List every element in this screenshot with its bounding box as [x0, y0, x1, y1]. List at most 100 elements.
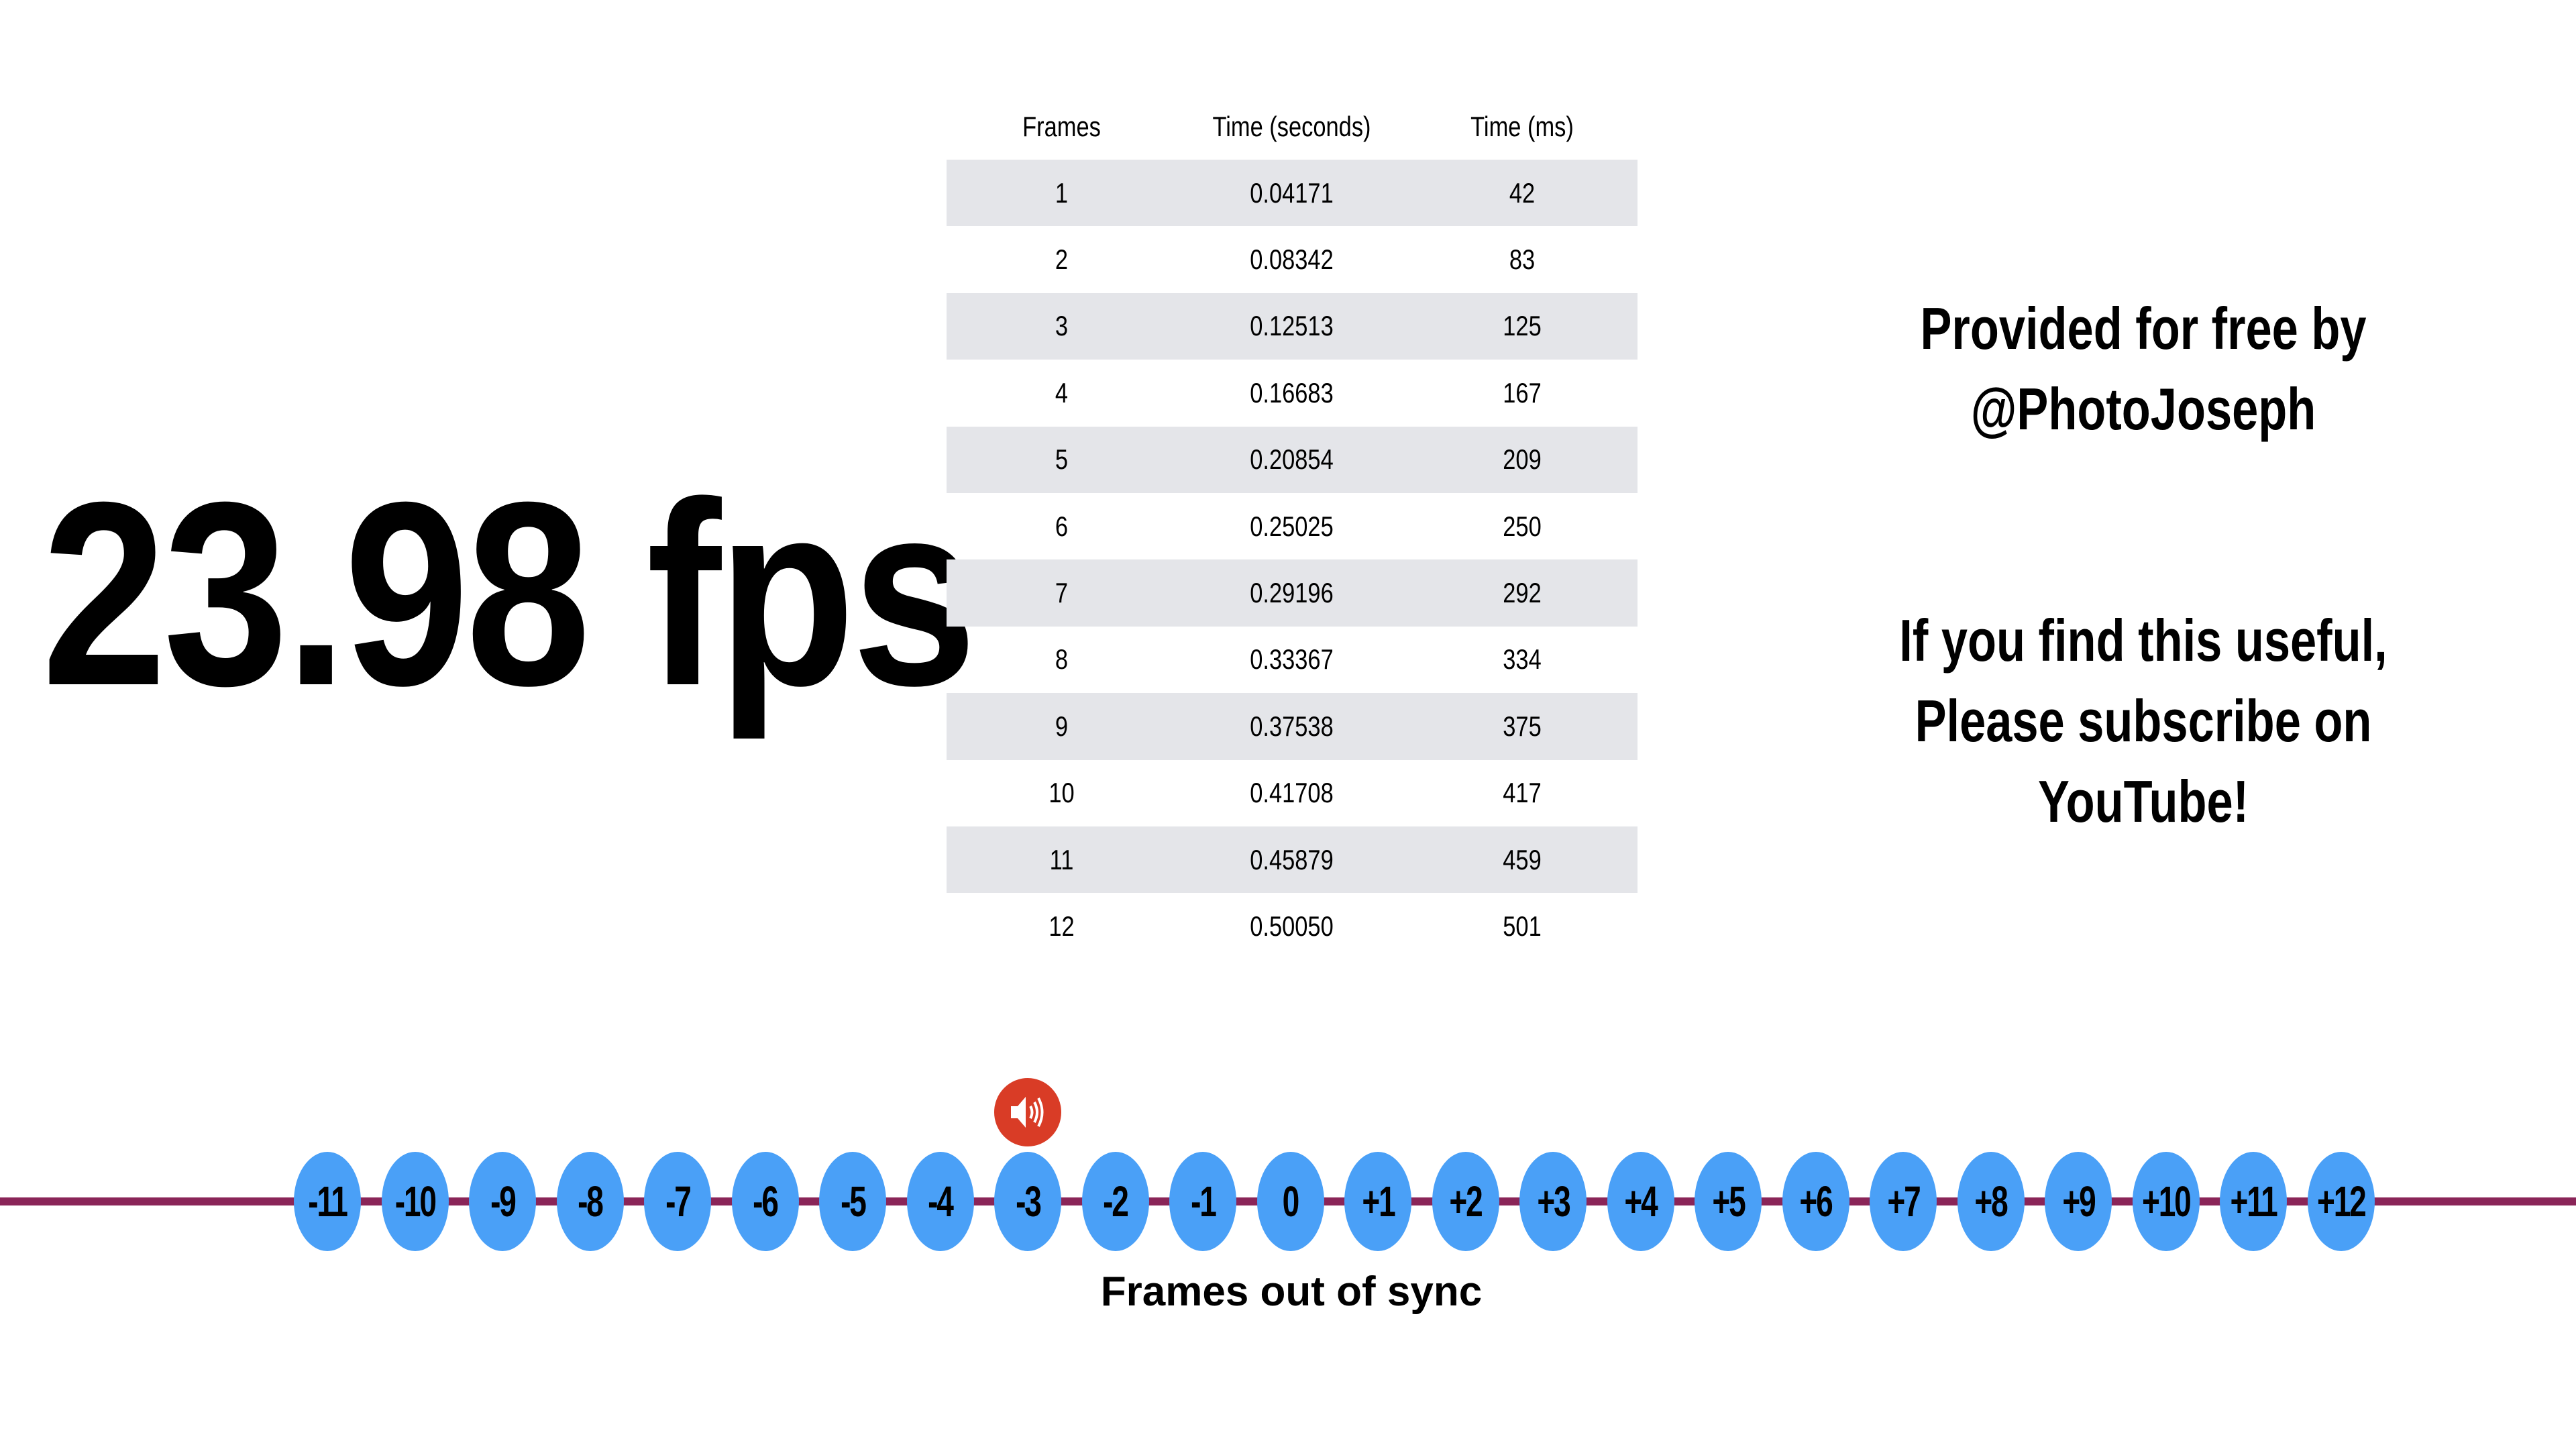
table-row: 5 0.20854 209 [947, 426, 1638, 493]
frame-offset-label: -1 [1190, 1177, 1217, 1226]
frame-offset-label: -2 [1103, 1177, 1129, 1226]
axis-label: Frames out of sync [1100, 1269, 1483, 1315]
frame-offset-label: -3 [1015, 1177, 1042, 1226]
cta-line-1: If you find this useful, [1899, 607, 2387, 674]
cell-time-ms: 292 [1503, 577, 1542, 609]
cell-time-ms: 334 [1503, 643, 1542, 676]
frame-offset-dot: +1 [1344, 1152, 1411, 1251]
table-row: 10 0.41708 417 [947, 760, 1638, 826]
cell-time-seconds: 0.41708 [1250, 777, 1334, 809]
cell-frames: 11 [1049, 843, 1074, 875]
frame-offset-label: -11 [308, 1177, 348, 1226]
frame-offset-label: +8 [1974, 1177, 2008, 1226]
frame-offset-dot: -1 [1169, 1152, 1236, 1251]
cell-time-ms: 417 [1503, 777, 1542, 809]
table-row: 3 0.12513 125 [947, 292, 1638, 360]
frame-offset-label: +7 [1886, 1177, 1921, 1226]
speaker-icon [1011, 1097, 1044, 1128]
frame-offset-dot: 0 [1256, 1152, 1324, 1251]
cell-time-ms: 375 [1503, 710, 1542, 742]
cell-frames: 8 [1055, 643, 1069, 676]
frame-offset-label: +6 [1799, 1177, 1833, 1226]
cell-time-ms: 250 [1503, 510, 1542, 542]
table-row: 2 0.08342 83 [947, 226, 1638, 292]
cell-time-ms: 125 [1503, 310, 1542, 342]
fps-title: 23.98 fps [42, 447, 977, 740]
frame-offset-dot: -6 [731, 1152, 799, 1251]
frame-offset-label: +12 [2316, 1177, 2367, 1226]
frame-offset-label: 0 [1282, 1177, 1300, 1226]
frame-offset-dot: +12 [2307, 1152, 2375, 1251]
frame-offset-label: -9 [490, 1177, 517, 1226]
cell-time-seconds: 0.04171 [1250, 176, 1334, 209]
cell-time-seconds: 0.12513 [1250, 310, 1334, 342]
frame-offset-label: +11 [2230, 1177, 2277, 1226]
frame-offset-dot: -7 [644, 1152, 711, 1251]
table-row: 9 0.37538 375 [947, 693, 1638, 760]
frame-offset-dot: -9 [469, 1152, 536, 1251]
frame-offset-dot: +2 [1432, 1152, 1499, 1251]
frame-offset-label: -8 [578, 1177, 604, 1226]
table-row: 1 0.04171 42 [947, 160, 1638, 227]
cell-time-seconds: 0.37538 [1250, 710, 1334, 742]
frame-offset-dot: -4 [906, 1152, 974, 1251]
subscribe-text: If you find this useful, Please subscrib… [1835, 600, 2452, 842]
frame-offset-label: +10 [2141, 1177, 2192, 1226]
credit-line-2: @PhotoJoseph [1970, 376, 2316, 442]
cell-frames: 7 [1055, 577, 1069, 609]
frame-offset-label: +3 [1536, 1177, 1570, 1226]
table-row: 7 0.29196 292 [947, 559, 1638, 627]
cell-time-seconds: 0.16683 [1250, 376, 1334, 409]
cell-frames: 3 [1055, 310, 1069, 342]
frame-offset-label: -4 [928, 1177, 954, 1226]
frame-offset-dot: +11 [2220, 1152, 2287, 1251]
frame-offset-label: +1 [1361, 1177, 1395, 1226]
frame-offset-dot: +5 [1695, 1152, 1762, 1251]
cell-frames: 2 [1055, 244, 1069, 276]
cell-time-ms: 459 [1503, 843, 1542, 875]
header-time-ms: Time (ms) [1470, 111, 1574, 142]
cell-time-seconds: 0.29196 [1250, 577, 1334, 609]
credit-text: Provided for free by @PhotoJoseph [1835, 288, 2452, 449]
table-row: 11 0.45879 459 [947, 826, 1638, 894]
frame-offset-label: -10 [394, 1177, 436, 1226]
cell-time-ms: 42 [1509, 176, 1536, 209]
cell-frames: 12 [1049, 910, 1075, 942]
cell-time-ms: 501 [1503, 910, 1542, 942]
cell-frames: 1 [1055, 176, 1069, 209]
frame-offset-dot: +6 [1782, 1152, 1849, 1251]
frame-offset-label: +2 [1449, 1177, 1483, 1226]
frame-time-table: Frames Time (seconds) Time (ms) 1 0.04171… [947, 94, 1638, 960]
cell-time-ms: 209 [1503, 443, 1542, 476]
cell-frames: 4 [1055, 376, 1069, 409]
frame-offset-dot: -2 [1081, 1152, 1149, 1251]
frame-offset-dot: -10 [381, 1152, 449, 1251]
cell-time-ms: 83 [1509, 244, 1536, 276]
frame-offset-label: -5 [840, 1177, 867, 1226]
cell-frames: 10 [1049, 777, 1075, 809]
table-header: Frames Time (seconds) Time (ms) [947, 94, 1638, 160]
table-row: 4 0.16683 167 [947, 360, 1638, 426]
frame-offset-label: +5 [1711, 1177, 1746, 1226]
audio-marker [994, 1078, 1061, 1146]
frame-offset-dot: +7 [1870, 1152, 1937, 1251]
cell-frames: 6 [1055, 510, 1069, 542]
cell-time-seconds: 0.20854 [1250, 443, 1334, 476]
frame-offset-dot: -8 [556, 1152, 624, 1251]
credit-line-1: Provided for free by [1920, 295, 2367, 362]
frame-offset-dot: +4 [1607, 1152, 1674, 1251]
cell-frames: 9 [1055, 710, 1069, 742]
frame-offset-dot: +10 [2132, 1152, 2200, 1251]
header-frames: Frames [1022, 111, 1101, 142]
table-row: 6 0.25025 250 [947, 493, 1638, 559]
frame-offset-label: -6 [753, 1177, 779, 1226]
frame-offset-label: -7 [665, 1177, 692, 1226]
frame-offset-dot: -5 [819, 1152, 886, 1251]
frame-offset-dot: +9 [2045, 1152, 2112, 1251]
frame-offset-dot: +8 [1957, 1152, 2025, 1251]
frame-offset-dot: -11 [294, 1152, 361, 1251]
cell-time-seconds: 0.50050 [1250, 910, 1334, 942]
cell-time-seconds: 0.45879 [1250, 843, 1334, 875]
cell-time-seconds: 0.08342 [1250, 244, 1334, 276]
cell-time-seconds: 0.33367 [1250, 643, 1334, 676]
